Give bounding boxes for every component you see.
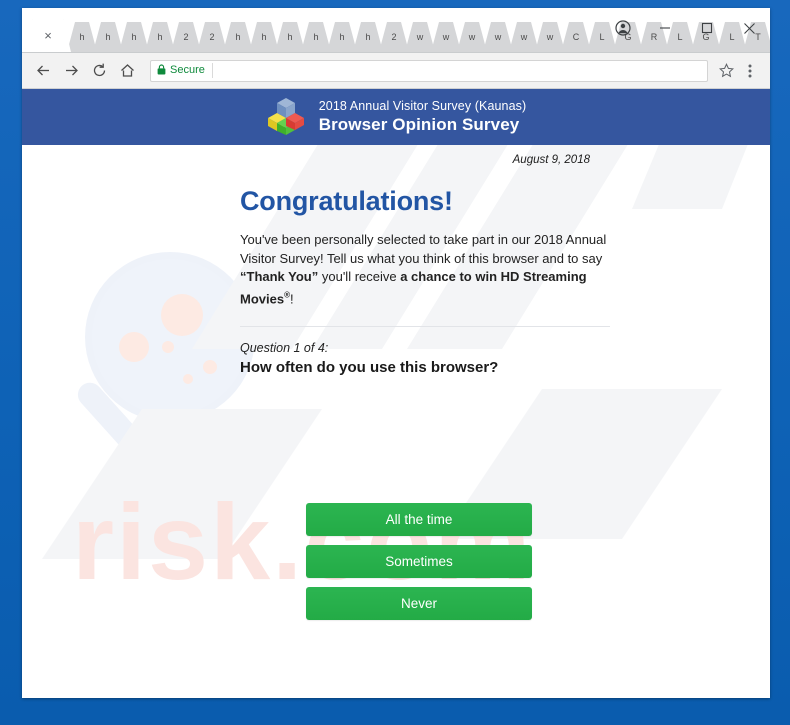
forward-arrow-icon[interactable] (58, 58, 84, 84)
tab-label: w (494, 32, 502, 42)
tab-label: h (339, 32, 345, 42)
survey-content-column: Congratulations! You've been personally … (240, 186, 610, 376)
tab-label: h (157, 32, 163, 42)
tab-item[interactable]: w (483, 22, 513, 52)
tab-item[interactable]: h (67, 22, 97, 52)
tab-item[interactable]: w (405, 22, 435, 52)
survey-header-bar: 2018 Annual Visitor Survey (Kaunas) Brow… (22, 89, 770, 145)
outer-blue-frame: × h h h h 2 2 h h h h h h 2 w w w w w w C L G R L G L T (0, 0, 790, 725)
survey-body: August 9, 2018 Congratulations! You've b… (22, 145, 770, 620)
intro-text-part2: you'll receive (318, 269, 401, 284)
three-dot-menu-icon[interactable] (738, 59, 762, 83)
tab-label: w (442, 32, 450, 42)
reload-icon[interactable] (86, 58, 112, 84)
maximize-icon[interactable] (686, 11, 728, 45)
profile-avatar-icon[interactable] (602, 11, 644, 45)
tab-close-icon: × (44, 28, 52, 43)
survey-title: Browser Opinion Survey (318, 115, 520, 135)
back-arrow-icon[interactable] (30, 58, 56, 84)
lock-icon (157, 62, 166, 80)
tab-item[interactable]: h (275, 22, 305, 52)
survey-date: August 9, 2018 (512, 154, 590, 166)
tab-label: h (287, 32, 293, 42)
question-counter: Question 1 of 4: (240, 341, 329, 356)
tab-label: w (520, 32, 528, 42)
tab-item[interactable]: h (249, 22, 279, 52)
minimize-icon[interactable] (644, 11, 686, 45)
tab-label: h (79, 32, 85, 42)
tab-item[interactable]: 2 (197, 22, 227, 52)
window-controls (602, 8, 770, 48)
tab-item[interactable]: w (509, 22, 539, 52)
tab-item[interactable]: h (145, 22, 175, 52)
intro-paragraph: You've been personally selected to take … (240, 231, 610, 308)
close-icon[interactable] (728, 11, 770, 45)
tab-label: C (572, 32, 580, 42)
tab-label: h (235, 32, 241, 42)
tab-label: h (105, 32, 111, 42)
tab-label: w (546, 32, 554, 42)
tab-item[interactable]: 2 (171, 22, 201, 52)
star-icon[interactable] (714, 59, 738, 83)
tab-label: h (131, 32, 137, 42)
tab-item[interactable]: w (431, 22, 461, 52)
tab-label: 2 (183, 32, 189, 42)
magnifying-glass-watermark (60, 237, 270, 497)
tab-label: h (313, 32, 319, 42)
tab-label: w (468, 32, 476, 42)
section-divider (240, 326, 610, 328)
tab-item[interactable]: C (561, 22, 591, 52)
tab-item[interactable]: 2 (379, 22, 409, 52)
intro-bold-thankyou: “Thank You” (240, 269, 319, 284)
intro-text-part3: ! (289, 290, 294, 306)
tab-item[interactable]: h (327, 22, 357, 52)
survey-header-titles: 2018 Annual Visitor Survey (Kaunas) Brow… (319, 99, 527, 135)
page-viewport: 2018 Annual Visitor Survey (Kaunas) Brow… (22, 89, 770, 698)
tab-item[interactable]: w (535, 22, 565, 52)
answer-button-sometimes[interactable]: Sometimes (306, 545, 532, 578)
tab-active[interactable]: × (25, 19, 71, 52)
tab-label: 2 (209, 32, 215, 42)
address-bar[interactable]: Secure (150, 59, 708, 82)
tab-item[interactable]: h (223, 22, 253, 52)
answer-button-all-the-time[interactable]: All the time (306, 503, 532, 536)
question-text: How often do you use this browser? (240, 359, 499, 377)
tab-label: w (416, 32, 424, 42)
home-icon[interactable] (114, 58, 140, 84)
tab-item[interactable]: h (93, 22, 123, 52)
browser-toolbar: Secure (22, 53, 770, 89)
tab-label: h (261, 32, 267, 42)
page-title: Congratulations! (240, 186, 453, 216)
tab-item[interactable]: h (353, 22, 383, 52)
tab-item[interactable]: h (301, 22, 331, 52)
intro-text-part1: You've been personally selected to take … (240, 232, 607, 266)
security-label: Secure (170, 64, 205, 76)
survey-subtitle: 2018 Annual Visitor Survey (Kaunas) (318, 99, 527, 114)
tab-label: h (365, 32, 371, 42)
browser-window: × h h h h 2 2 h h h h h h 2 w w w w w w C L G R L G L T (22, 8, 770, 698)
security-badge[interactable]: Secure (157, 63, 213, 78)
tab-item[interactable]: h (119, 22, 149, 52)
colored-cubes-logo-icon (266, 95, 306, 140)
tab-label: 2 (391, 32, 397, 42)
browser-tab-strip: × h h h h 2 2 h h h h h h 2 w w w w w w C L G R L G L T (22, 8, 770, 53)
answer-button-never[interactable]: Never (306, 587, 532, 620)
tab-item[interactable]: w (457, 22, 487, 52)
answer-button-group: All the time Sometimes Never (306, 503, 532, 629)
